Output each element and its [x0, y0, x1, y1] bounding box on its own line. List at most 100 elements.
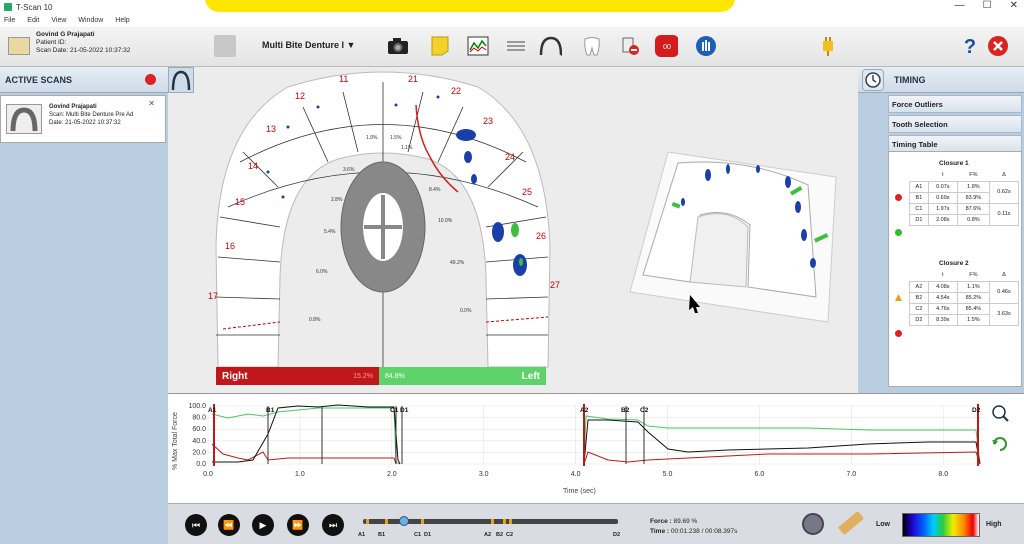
play-button[interactable]: ▶ — [252, 514, 274, 536]
tooth-number[interactable]: 12 — [295, 91, 305, 101]
force-outliers-section[interactable]: Force Outliers — [888, 95, 1022, 113]
svg-text:?: ? — [964, 36, 976, 57]
close-icon[interactable] — [986, 34, 1010, 58]
toolbar: Govind G Prajapati Patient ID: Scan Date… — [0, 27, 1024, 67]
fast-forward-button[interactable]: ⏩ — [287, 514, 309, 536]
timing-panel: TIMING Force Outliers Tooth Selection Ti… — [858, 67, 1024, 393]
y-tick-label: 100.0 — [188, 403, 206, 410]
x-tick-label: 1.0 — [295, 471, 305, 478]
tooth-selection-section[interactable]: Tooth Selection — [888, 115, 1022, 133]
tooth-number[interactable]: 27 — [550, 280, 560, 290]
col-header: Δ — [1002, 272, 1006, 279]
patient-name: Govind G Prajapati — [36, 31, 95, 38]
menu-edit[interactable]: Edit — [27, 17, 39, 24]
tooth-percent: 0.8% — [309, 317, 321, 323]
help-icon[interactable]: ? — [958, 34, 982, 58]
row-key: C1 — [909, 202, 929, 215]
record-icon[interactable]: 00 — [654, 34, 678, 58]
timeline-marker — [491, 519, 494, 524]
row-f: 85.4% — [956, 302, 991, 315]
arch-diagram — [215, 71, 837, 368]
menu-help[interactable]: Help — [115, 17, 129, 24]
tooth-number[interactable]: 21 — [408, 74, 418, 84]
camera-icon[interactable] — [386, 34, 410, 58]
save-icon[interactable] — [214, 35, 236, 57]
eraser-icon[interactable] — [618, 34, 642, 58]
skip-start-button[interactable]: ⏮ — [185, 514, 207, 536]
maximize-button[interactable]: ☐ — [983, 0, 992, 11]
col-header: F% — [969, 172, 978, 179]
arch-icon[interactable] — [538, 34, 562, 58]
force-graph-svg[interactable]: 100.0 80.0 60.0 40.0 20.0 0.0 0.0 1.0 2.0 3.0 4.0… — [168, 394, 1024, 504]
active-scans-panel: ACTIVE SCANS Govind Prajapati Scan: Mult… — [0, 67, 168, 544]
patient-info: Govind G Prajapati Patient ID: Scan Date… — [36, 31, 130, 55]
row-t: 0.07s — [927, 180, 958, 193]
timeline-marker — [421, 519, 424, 524]
x-tick-label: 0.0 — [203, 471, 213, 478]
timeline-marker — [385, 519, 388, 524]
left-force: 84.8% Left — [379, 367, 546, 385]
scan-card-name: Govind Prajapati — [49, 104, 97, 110]
plug-icon[interactable] — [816, 34, 840, 58]
skip-end-button[interactable]: ⏭ — [322, 514, 344, 536]
minimize-button[interactable]: — — [955, 0, 965, 11]
timeline-marker — [509, 519, 512, 524]
legend-low: Low — [876, 521, 890, 528]
rewind-button[interactable]: ⏪ — [218, 514, 240, 536]
close-window-button[interactable]: ✕ — [1010, 0, 1018, 11]
row-key: D2 — [909, 313, 929, 326]
tooth-number[interactable]: 11 — [339, 74, 348, 84]
left-value: 84.8% — [385, 372, 405, 380]
time-value: 00:01.238 / 00:08.397s — [670, 528, 738, 535]
tooth-number[interactable]: 13 — [266, 124, 276, 134]
active-scans-title: ACTIVE SCANS — [5, 74, 73, 85]
scan-card-close-icon[interactable]: ✕ — [148, 99, 155, 108]
note-icon[interactable] — [428, 34, 452, 58]
tooth-number[interactable]: 17 — [208, 291, 218, 301]
app-icon — [4, 3, 12, 11]
menu-window[interactable]: Window — [78, 17, 103, 24]
zoom-icon[interactable] — [992, 405, 1009, 422]
gauge-icon[interactable] — [802, 513, 824, 535]
marker-label: D2 — [972, 407, 981, 414]
hand-icon[interactable] — [694, 34, 718, 58]
scan-card[interactable]: Govind Prajapati Scan: Multi Bite Dentur… — [0, 95, 166, 143]
status-red-icon — [895, 194, 902, 201]
tooth-number[interactable]: 24 — [505, 152, 515, 162]
timeline-thumb[interactable] — [399, 516, 409, 526]
svg-text:00: 00 — [663, 44, 671, 51]
sensor-icon[interactable] — [837, 510, 865, 536]
x-tick-label: 6.0 — [755, 471, 765, 478]
table-row: A2 4.08s 1.1% 0.46s — [909, 280, 1019, 304]
tooth-number[interactable]: 25 — [522, 187, 532, 197]
refresh-icon[interactable] — [992, 437, 1007, 451]
close-scans-icon[interactable] — [145, 74, 156, 85]
scan-select[interactable]: Multi Bite Denture I ▼ — [262, 40, 355, 50]
overlay-banner — [205, 0, 735, 12]
row-f: 1.5% — [956, 313, 991, 326]
tooth-number[interactable]: 15 — [235, 197, 245, 207]
clock-icon[interactable] — [862, 69, 884, 91]
marker-label: B1 — [266, 407, 275, 414]
force-label: Force : — [650, 518, 672, 525]
layers-icon[interactable] — [504, 34, 528, 58]
graph-icon[interactable] — [466, 34, 490, 58]
tooth-number[interactable]: 26 — [536, 231, 546, 241]
col-header: t — [942, 172, 944, 179]
x-tick-label: 2.0 — [387, 471, 397, 478]
active-scans-header: ACTIVE SCANS — [0, 67, 168, 93]
timeline-marker — [366, 519, 369, 524]
tooth-icon[interactable] — [580, 34, 604, 58]
timeline-track[interactable] — [363, 516, 618, 526]
tooth-number[interactable]: 22 — [451, 86, 461, 96]
menu-view[interactable]: View — [51, 17, 66, 24]
tooth-number[interactable]: 16 — [225, 241, 235, 251]
row-f: 87.6% — [956, 202, 991, 215]
scan-select-value: Multi Bite Denture I — [262, 40, 345, 50]
tooth-number[interactable]: 23 — [483, 116, 493, 126]
row-key: C2 — [909, 302, 929, 315]
menu-file[interactable]: File — [4, 17, 15, 24]
row-key: B1 — [909, 191, 929, 204]
patient-icon[interactable] — [8, 37, 30, 55]
tooth-number[interactable]: 14 — [248, 161, 258, 171]
